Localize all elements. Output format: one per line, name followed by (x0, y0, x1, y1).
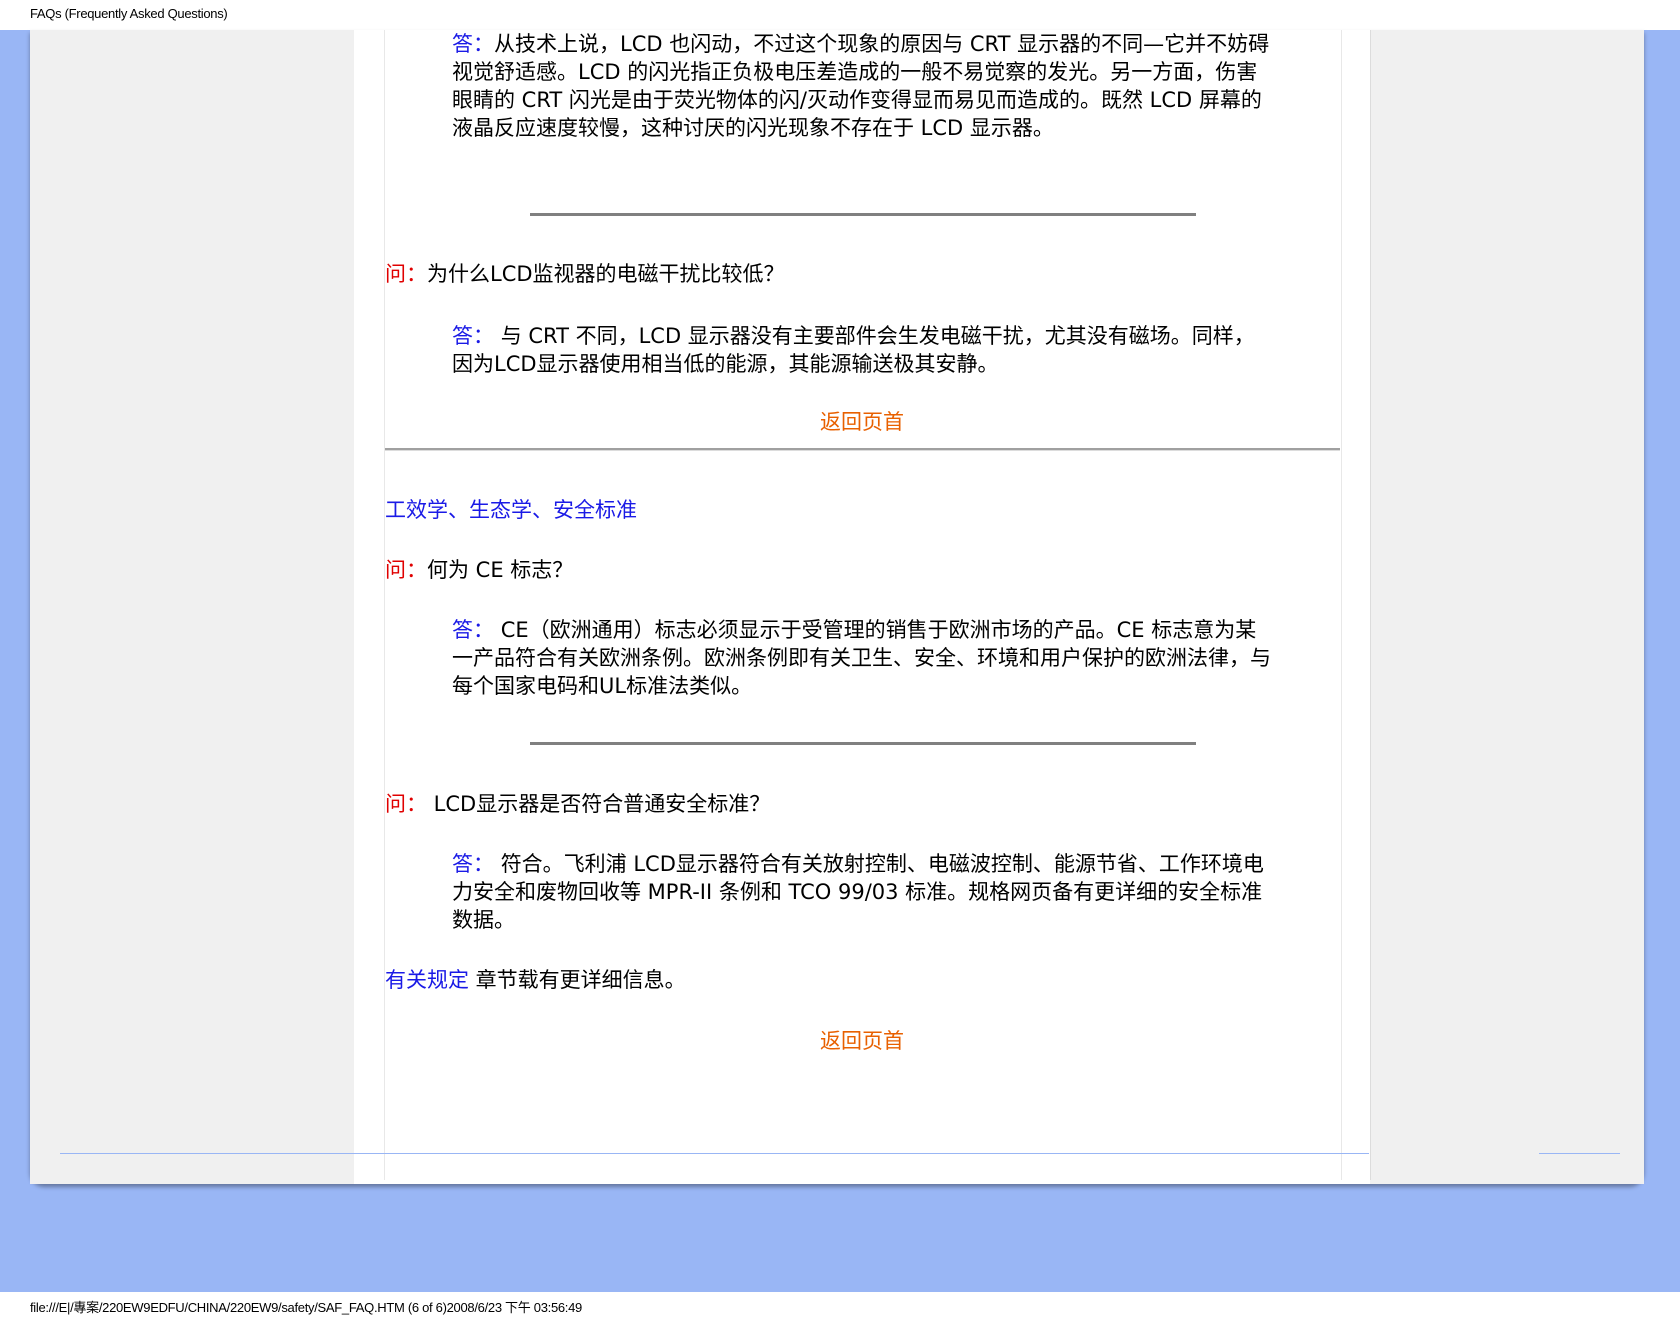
safety-question-2: 问： LCD显示器是否符合普通安全标准？ (385, 790, 770, 818)
faq-question-2: 问：为什么LCD监视器的电磁干扰比较低？ (385, 260, 785, 288)
frame-bottom-rule (60, 1153, 1369, 1154)
content-column (384, 30, 1342, 1180)
answer-text: 从技术上说，LCD 也闪动，不过这个现象的原因与 CRT 显示器的不同—它并不妨… (452, 32, 1270, 140)
regulatory-note: 有关规定 章节载有更详细信息。 (385, 966, 686, 994)
answer-text: CE（欧洲通用）标志必须显示于受管理的销售于欧洲市场的产品。CE 标志意为某一产… (452, 618, 1271, 698)
right-gutter (1370, 30, 1644, 1184)
answer-text: 符合。飞利浦 LCD显示器符合有关放射控制、电磁波控制、能源节省、工作环境电力安… (452, 852, 1264, 932)
question-text: LCD显示器是否符合普通安全标准？ (427, 792, 771, 816)
divider (530, 742, 1196, 745)
faq-answer-1: 答：从技术上说，LCD 也闪动，不过这个现象的原因与 CRT 显示器的不同—它并… (452, 30, 1272, 142)
faq-answer-2: 答： 与 CRT 不同，LCD 显示器没有主要部件会生发电磁干扰，尤其没有磁场。… (452, 322, 1272, 378)
answer-label: 答： (452, 618, 501, 642)
frame-shadow-rule (60, 1196, 1369, 1197)
back-to-top-link[interactable]: 返回页首 (820, 1027, 904, 1055)
section-title-link[interactable]: 工效学、生态学、安全标准 (385, 496, 637, 524)
question-label: 问： (385, 262, 427, 286)
answer-label: 答： (452, 852, 501, 876)
safety-answer-1: 答： CE（欧洲通用）标志必须显示于受管理的销售于欧洲市场的产品。CE 标志意为… (452, 616, 1272, 700)
question-text: 为什么LCD监视器的电磁干扰比较低？ (427, 262, 785, 286)
answer-text: 与 CRT 不同，LCD 显示器没有主要部件会生发电磁干扰，尤其没有磁场。同样，… (452, 324, 1255, 376)
answer-label: 答： (452, 324, 501, 348)
frame-shadow-rule-right (1539, 1196, 1620, 1197)
frame-bottom-rule-right (1539, 1153, 1620, 1154)
divider (530, 213, 1196, 216)
content-frame (30, 30, 1644, 1184)
regulatory-text: 章节载有更详细信息。 (469, 968, 686, 992)
regulatory-link[interactable]: 有关规定 (385, 968, 469, 992)
question-label: 问： (385, 792, 427, 816)
print-header: FAQs (Frequently Asked Questions) (0, 0, 1680, 30)
safety-answer-2: 答： 符合。飞利浦 LCD显示器符合有关放射控制、电磁波控制、能源节省、工作环境… (452, 850, 1272, 934)
answer-label: 答： (452, 32, 494, 56)
print-footer: file:///E|/專案/220EW9EDFU/CHINA/220EW9/sa… (0, 1292, 1680, 1320)
file-path-status: file:///E|/專案/220EW9EDFU/CHINA/220EW9/sa… (30, 1300, 582, 1315)
section-divider (385, 448, 1340, 451)
safety-question-1: 问：何为 CE 标志？ (385, 556, 573, 584)
back-to-top-link[interactable]: 返回页首 (820, 408, 904, 436)
question-text: 何为 CE 标志？ (427, 558, 574, 582)
question-label: 问： (385, 558, 427, 582)
page-header-title: FAQs (Frequently Asked Questions) (30, 6, 228, 21)
main-content (354, 30, 1371, 1180)
left-gutter (30, 30, 354, 1184)
